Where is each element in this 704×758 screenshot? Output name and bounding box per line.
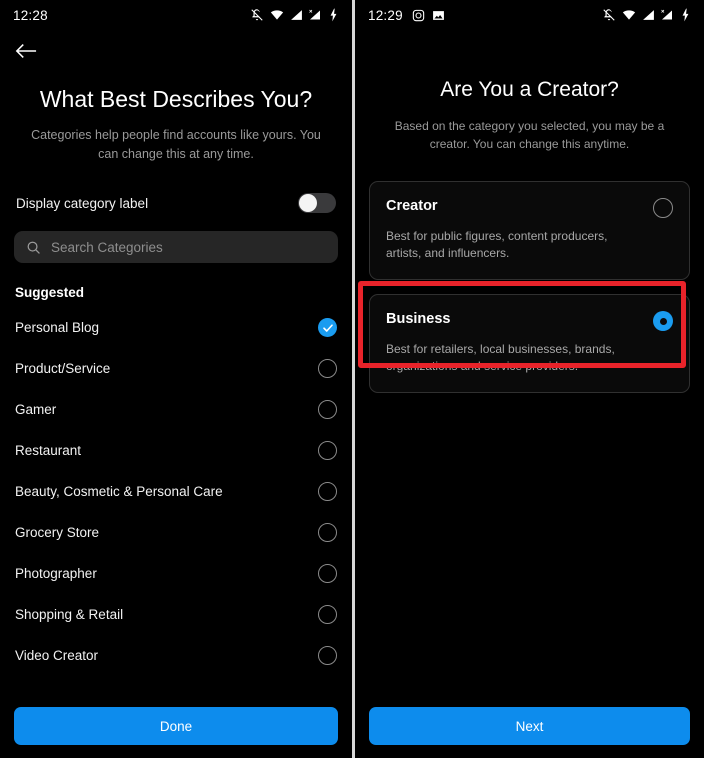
done-button[interactable]: Done <box>14 707 338 745</box>
display-category-label-text: Display category label <box>16 195 149 211</box>
category-radio[interactable] <box>318 523 337 542</box>
category-label: Personal Blog <box>15 320 100 335</box>
list-item[interactable]: Beauty, Cosmetic & Personal Care <box>0 471 352 512</box>
wifi-icon <box>270 10 284 20</box>
radio-inner-dot <box>659 317 667 325</box>
business-option-title: Business <box>386 311 451 327</box>
photo-icon <box>432 10 444 20</box>
status-right-icons <box>250 8 339 22</box>
category-radio[interactable] <box>318 564 337 583</box>
list-item[interactable]: Video Creator <box>0 635 352 676</box>
status-time: 12:29 <box>368 7 403 23</box>
business-option-radio-selected[interactable] <box>653 311 673 331</box>
bell-off-icon <box>603 9 615 21</box>
creator-option-title: Creator <box>386 198 438 214</box>
category-radio-selected[interactable] <box>318 318 337 337</box>
status-right-icons <box>602 8 691 22</box>
instagram-icon <box>412 9 424 21</box>
check-icon <box>322 323 333 332</box>
list-item[interactable]: Shopping & Retail <box>0 594 352 635</box>
page-title: What Best Describes You? <box>39 86 313 112</box>
left-status-bar: 12:28 <box>0 0 352 30</box>
bell-off-icon <box>251 9 263 21</box>
suggested-section-header: Suggested <box>15 285 85 300</box>
left-top-bar <box>0 30 352 72</box>
business-card-header: Business <box>386 311 673 331</box>
category-radio[interactable] <box>318 605 337 624</box>
category-radio[interactable] <box>318 359 337 378</box>
wifi-icon <box>622 10 636 20</box>
list-item[interactable]: Gamer <box>0 389 352 430</box>
battery-charging-icon <box>682 8 689 22</box>
list-item[interactable]: Photographer <box>0 553 352 594</box>
status-time: 12:28 <box>13 7 48 23</box>
account-type-options: Creator Best for public figures, content… <box>355 181 704 393</box>
toggle-knob <box>299 194 317 212</box>
category-label: Product/Service <box>15 361 111 376</box>
page-subtitle: Categories help people find accounts lik… <box>31 128 321 161</box>
list-item[interactable]: Product/Service <box>0 348 352 389</box>
category-label: Video Creator <box>15 648 99 663</box>
right-footer: Next <box>355 707 704 745</box>
signal-no-sim-icon <box>309 9 320 19</box>
category-label: Photographer <box>15 566 97 581</box>
creator-option-radio[interactable] <box>653 198 673 218</box>
search-input[interactable] <box>51 239 326 255</box>
business-option-description: Best for retailers, local businesses, br… <box>386 342 615 373</box>
category-radio[interactable] <box>318 482 337 501</box>
category-label: Beauty, Cosmetic & Personal Care <box>15 484 223 499</box>
category-label: Grocery Store <box>15 525 100 540</box>
list-item[interactable]: Restaurant <box>0 430 352 471</box>
creator-option-description: Best for public figures, content produce… <box>386 229 608 260</box>
business-option-card[interactable]: Business Best for retailers, local busin… <box>369 294 690 393</box>
search-categories-field[interactable] <box>14 231 338 263</box>
creator-option-card[interactable]: Creator Best for public figures, content… <box>369 181 690 280</box>
left-phone-screen: 12:28 What Best Describes You? Categorie… <box>0 0 352 758</box>
category-label: Shopping & Retail <box>15 607 124 622</box>
category-radio[interactable] <box>318 400 337 419</box>
category-label: Restaurant <box>15 443 82 458</box>
list-item[interactable]: Personal Blog <box>0 307 352 348</box>
signal-no-sim-icon <box>661 9 672 19</box>
category-radio[interactable] <box>318 646 337 665</box>
creator-card-header: Creator <box>386 198 673 218</box>
display-category-label-row[interactable]: Display category label <box>0 190 352 216</box>
right-status-bar: 12:29 <box>355 0 704 30</box>
battery-charging-icon <box>330 8 337 22</box>
display-category-label-toggle[interactable] <box>298 193 336 213</box>
signal-icon <box>291 9 302 20</box>
creator-page-subtitle: Based on the category you selected, you … <box>394 119 665 151</box>
left-footer: Done <box>0 707 352 745</box>
dual-screenshot-container: 12:28 What Best Describes You? Categorie… <box>0 0 704 758</box>
right-phone-screen: 12:29 Are You a Creator? Based on the ca… <box>355 0 704 758</box>
category-radio[interactable] <box>318 441 337 460</box>
next-button[interactable]: Next <box>369 707 690 745</box>
list-item[interactable]: Grocery Store <box>0 512 352 553</box>
category-label: Gamer <box>15 402 57 417</box>
search-icon <box>27 241 40 254</box>
back-arrow-icon[interactable] <box>15 42 37 60</box>
status-notification-icons <box>412 9 445 22</box>
category-list: Personal Blog Product/Service Gamer Rest… <box>0 307 352 676</box>
creator-page-title: Are You a Creator? <box>440 78 619 101</box>
signal-icon <box>643 9 654 20</box>
